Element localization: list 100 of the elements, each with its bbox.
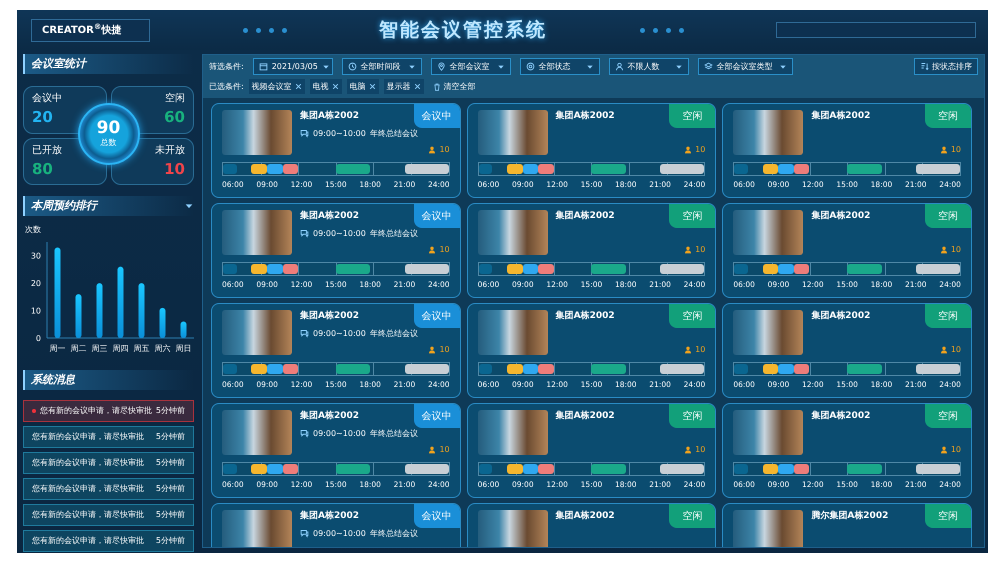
capacity: 10: [950, 344, 961, 356]
person-icon: [428, 446, 436, 454]
logo: CREATOR$^{®}$快捷: [31, 18, 150, 42]
capacity: 10: [439, 144, 450, 156]
section-title-text: 本周预约排行: [31, 198, 97, 214]
location-pin-icon: [436, 62, 446, 71]
clock-icon: [348, 62, 357, 71]
bar: [118, 266, 124, 338]
status-badge: 空闲: [925, 204, 971, 228]
status-badge: 空闲: [669, 404, 716, 428]
tick-label: 周一: [50, 344, 66, 353]
dropdown[interactable]: 全部会议室类型: [698, 58, 793, 75]
capacity: 10: [695, 144, 706, 156]
stat-label: 会议中: [32, 92, 63, 106]
meeting-time: 09:00~10:00: [313, 228, 366, 240]
stat-value: 20: [32, 107, 54, 128]
caret-icon: [322, 62, 330, 70]
message-item[interactable]: 您有新的会议申请，请尽快审批 5分钟前: [23, 478, 194, 500]
capacity: 10: [439, 344, 450, 356]
person-icon: [940, 146, 948, 154]
status-badge: 空闲: [925, 104, 971, 128]
person-icon: [684, 446, 692, 454]
dropdown[interactable]: 不限人数: [608, 58, 689, 75]
message-item[interactable]: 您有新的会议申请，请尽快审批 5分钟前: [23, 530, 194, 552]
room-card[interactable]: 集团A栋2002 09:00~10:00 年终总结会议 会议中: [211, 503, 461, 547]
person-icon: [684, 146, 692, 154]
message-item[interactable]: 您有新的会议申请，请尽快审批 5分钟前: [23, 452, 194, 474]
room-card[interactable]: 腾尔集团A栋2002 空闲: [722, 503, 972, 547]
message-item[interactable]: 您有新的会议申请，请尽快审批 5分钟前: [23, 504, 194, 526]
stat-label: 空闲: [165, 92, 185, 106]
close-icon: [368, 83, 376, 90]
message-text: 您有新的会议申请，请尽快审批: [32, 535, 144, 547]
photo-placeholder: [478, 110, 548, 155]
meeting-time: 09:00~10:00: [313, 528, 366, 540]
person-icon: [614, 62, 624, 71]
room-title: 集团A栋2002: [811, 410, 870, 423]
message-time: 5分钟前: [156, 405, 185, 417]
tick-label: 周六: [154, 344, 170, 353]
dropdown[interactable]: 全部会议室: [430, 58, 511, 75]
tick-label: 周二: [70, 344, 86, 353]
photo-placeholder: [733, 510, 804, 547]
room-title: 集团A栋2002: [300, 310, 360, 323]
message-time: 5分钟前: [156, 535, 185, 547]
bar: [76, 294, 82, 338]
sort-icon: [920, 62, 929, 71]
capacity: 10: [695, 244, 706, 256]
caret-icon: [408, 62, 416, 70]
dropdown[interactable]: 2021/03/05: [252, 58, 333, 75]
capacity: 10: [439, 244, 450, 256]
status-badge: 空闲: [925, 304, 971, 328]
settings-icon: [526, 62, 535, 71]
photo-placeholder: [478, 510, 548, 547]
unread-dot: [32, 409, 36, 413]
person-icon: [940, 446, 948, 454]
filter-tag[interactable]: 视频会议室: [248, 79, 305, 94]
room-title: 集团A栋2002: [300, 410, 360, 423]
tick-label: 0: [36, 334, 41, 343]
message-item[interactable]: 您有新的会议申请，请尽快审批 5分钟前: [23, 426, 194, 448]
stat-label: 未开放: [155, 144, 185, 158]
room-title: 集团A栋2002: [556, 410, 615, 423]
status-badge: 会议中: [414, 304, 460, 328]
message-item[interactable]: 您有新的会议申请，请尽快审批 5分钟前: [23, 400, 194, 422]
message-text: 您有新的会议申请，请尽快审批: [32, 431, 144, 443]
filter-tag[interactable]: 电视: [310, 79, 342, 94]
person-icon: [428, 146, 436, 154]
layers-icon: [704, 62, 713, 71]
status-badge: 空闲: [925, 504, 971, 528]
tick-label: 周五: [134, 344, 150, 353]
app-title: 智能会议管控系统: [379, 18, 548, 43]
room-title: 集团A栋2002: [556, 110, 615, 123]
status-badge: 空闲: [669, 304, 716, 328]
status-badge: 空闲: [669, 504, 716, 528]
clear-all-button[interactable]: 清空全部: [432, 80, 476, 92]
caret-icon: [586, 62, 594, 70]
sort-button[interactable]: 按状态排序: [914, 58, 978, 75]
caret-icon: [778, 62, 787, 70]
status-badge: 空闲: [925, 404, 971, 428]
chat-icon: [300, 329, 309, 338]
photo-placeholder: [222, 110, 292, 155]
axis-title: 次数: [25, 225, 41, 234]
tick-label: 20: [30, 279, 41, 288]
dropdown[interactable]: 全部时间段: [342, 58, 422, 75]
bar: [138, 283, 144, 338]
person-icon: [428, 346, 436, 354]
capacity: 10: [695, 444, 706, 456]
status-badge: 空闲: [669, 204, 716, 228]
room-title: 集团A栋2002: [811, 110, 870, 123]
room-title: 集团A栋2002: [811, 310, 870, 323]
stat-label: 已开放: [32, 144, 63, 158]
photo-placeholder: [478, 410, 548, 455]
capacity: 10: [695, 344, 706, 356]
message-text: 您有新的会议申请，请尽快审批: [32, 509, 144, 521]
filter-label: 筛选条件:: [209, 60, 244, 72]
bar: [160, 308, 166, 338]
chat-icon: [300, 129, 309, 138]
room-card[interactable]: 集团A栋2002 空闲: [466, 503, 716, 547]
filter-tag[interactable]: 电脑: [346, 79, 379, 94]
person-icon: [428, 246, 436, 254]
dropdown[interactable]: 全部状态: [520, 58, 600, 75]
filter-tag[interactable]: 显示器: [384, 79, 424, 94]
